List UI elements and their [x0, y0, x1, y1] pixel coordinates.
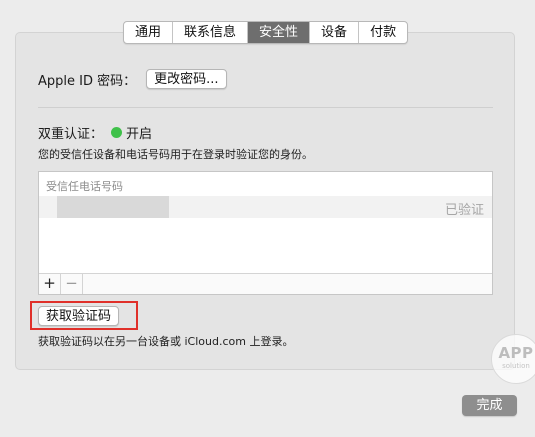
trusted-phone-header: 受信任电话号码	[46, 180, 123, 193]
appleid-password-row: Apple ID 密码： 更改密码...	[38, 69, 227, 89]
tab-devices[interactable]: 设备	[310, 22, 360, 43]
section-divider	[38, 107, 493, 108]
get-verification-code-button[interactable]: 获取验证码	[38, 306, 120, 326]
get-code-description: 获取验证码以在另一台设备或 iCloud.com 上登录。	[38, 335, 294, 348]
tab-bar: 通用 联系信息 安全性 设备 付款	[123, 21, 409, 44]
two-factor-label: 双重认证：	[38, 127, 104, 142]
two-factor-row: 双重认证： 开启	[38, 123, 152, 142]
list-item[interactable]: 已验证	[39, 196, 492, 218]
watermark-bottom-text: solution	[502, 362, 530, 370]
add-phone-button[interactable]: +	[39, 274, 61, 294]
trusted-phone-list: 受信任电话号码 已验证 + −	[38, 171, 493, 295]
list-footer: + −	[39, 273, 492, 294]
two-factor-status: 开启	[126, 127, 153, 142]
redacted-phone-number	[57, 196, 169, 218]
two-factor-description: 您的受信任设备和电话号码用于在登录时验证您的身份。	[38, 148, 313, 161]
done-button[interactable]: 完成	[462, 395, 517, 416]
tab-general[interactable]: 通用	[124, 22, 174, 43]
tab-payment[interactable]: 付款	[359, 22, 407, 43]
status-dot-icon	[111, 127, 123, 138]
change-password-button[interactable]: 更改密码...	[146, 69, 227, 89]
appleid-password-label: Apple ID 密码：	[38, 73, 137, 89]
watermark-logo: APP solution	[491, 334, 535, 384]
tab-security[interactable]: 安全性	[248, 22, 311, 43]
tab-contact-info[interactable]: 联系信息	[173, 22, 249, 43]
verified-label: 已验证	[444, 203, 484, 218]
watermark-top-text: APP	[498, 344, 534, 362]
remove-phone-button[interactable]: −	[61, 274, 83, 294]
